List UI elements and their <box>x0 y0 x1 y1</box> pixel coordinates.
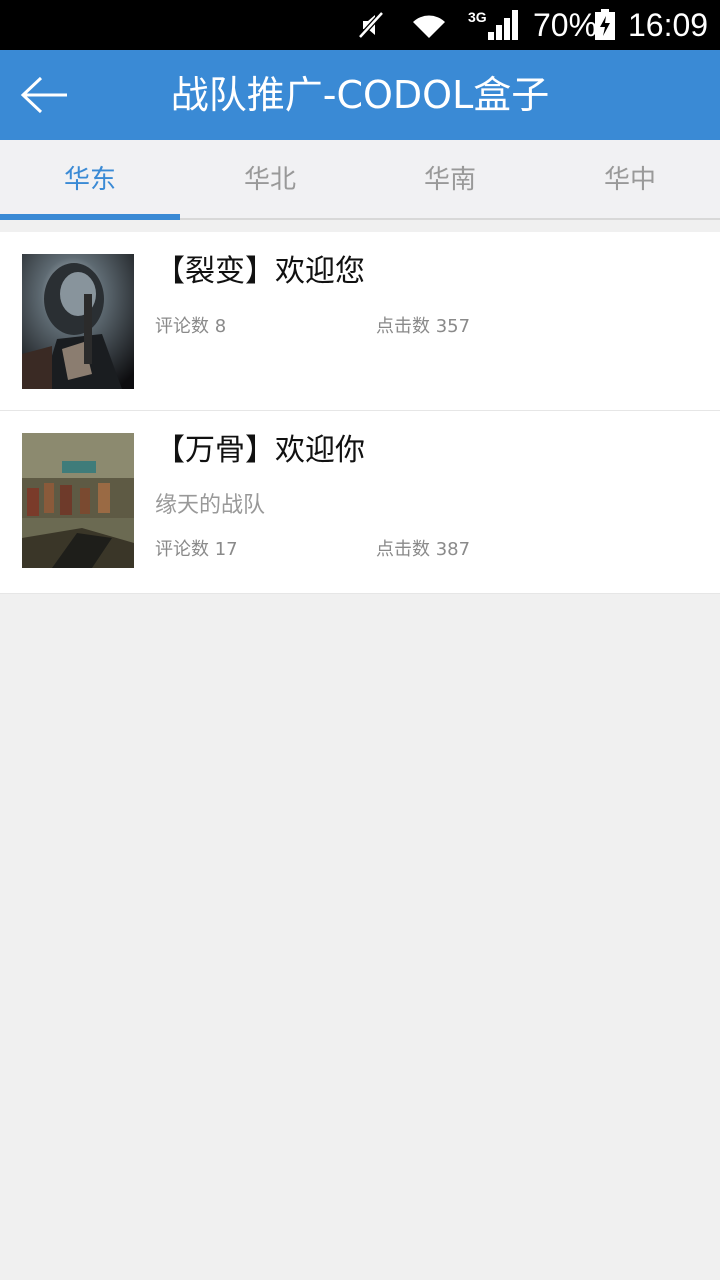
team-thumbnail <box>22 433 134 568</box>
status-bar: 3G 70% 16:09 <box>0 0 720 50</box>
comment-count: 评论数 17 <box>155 539 238 560</box>
arrow-left-icon <box>20 76 67 114</box>
wifi-icon <box>413 15 445 39</box>
click-count: 点击数 387 <box>376 539 471 560</box>
team-thumbnail <box>22 254 134 389</box>
back-button[interactable] <box>10 65 80 125</box>
network-type-label: 3G <box>468 9 487 25</box>
team-title: 【万骨】欢迎你 <box>155 433 365 468</box>
team-title: 【裂变】欢迎您 <box>155 254 365 289</box>
comment-count: 评论数 8 <box>155 316 227 337</box>
tab-south-china[interactable]: 华南 <box>360 140 540 218</box>
list-item[interactable]: 【万骨】欢迎你 缘天的战队 评论数 17 点击数 387 <box>0 411 720 594</box>
team-subtitle: 缘天的战队 <box>155 493 266 518</box>
tab-central-china[interactable]: 华中 <box>540 140 720 218</box>
tab-north-china[interactable]: 华北 <box>180 140 360 218</box>
region-tabs: 华东 华北 华南 华中 <box>0 140 720 220</box>
list-item[interactable]: 【裂变】欢迎您 评论数 8 点击数 357 <box>0 232 720 411</box>
app-bar: 战队推广-CODOL盒子 <box>0 50 720 140</box>
team-list: 【裂变】欢迎您 评论数 8 点击数 357 【万骨】欢迎你 缘天的战队 评论数 … <box>0 232 720 594</box>
clock: 16:09 <box>628 7 709 43</box>
tab-east-china[interactable]: 华东 <box>0 140 180 220</box>
battery-charging-icon <box>595 9 615 40</box>
signal-icon <box>488 10 518 40</box>
click-count: 点击数 357 <box>376 316 471 337</box>
page-title: 战队推广-CODOL盒子 <box>170 73 550 117</box>
mute-icon <box>358 11 384 39</box>
battery-percent: 70% <box>533 7 598 43</box>
